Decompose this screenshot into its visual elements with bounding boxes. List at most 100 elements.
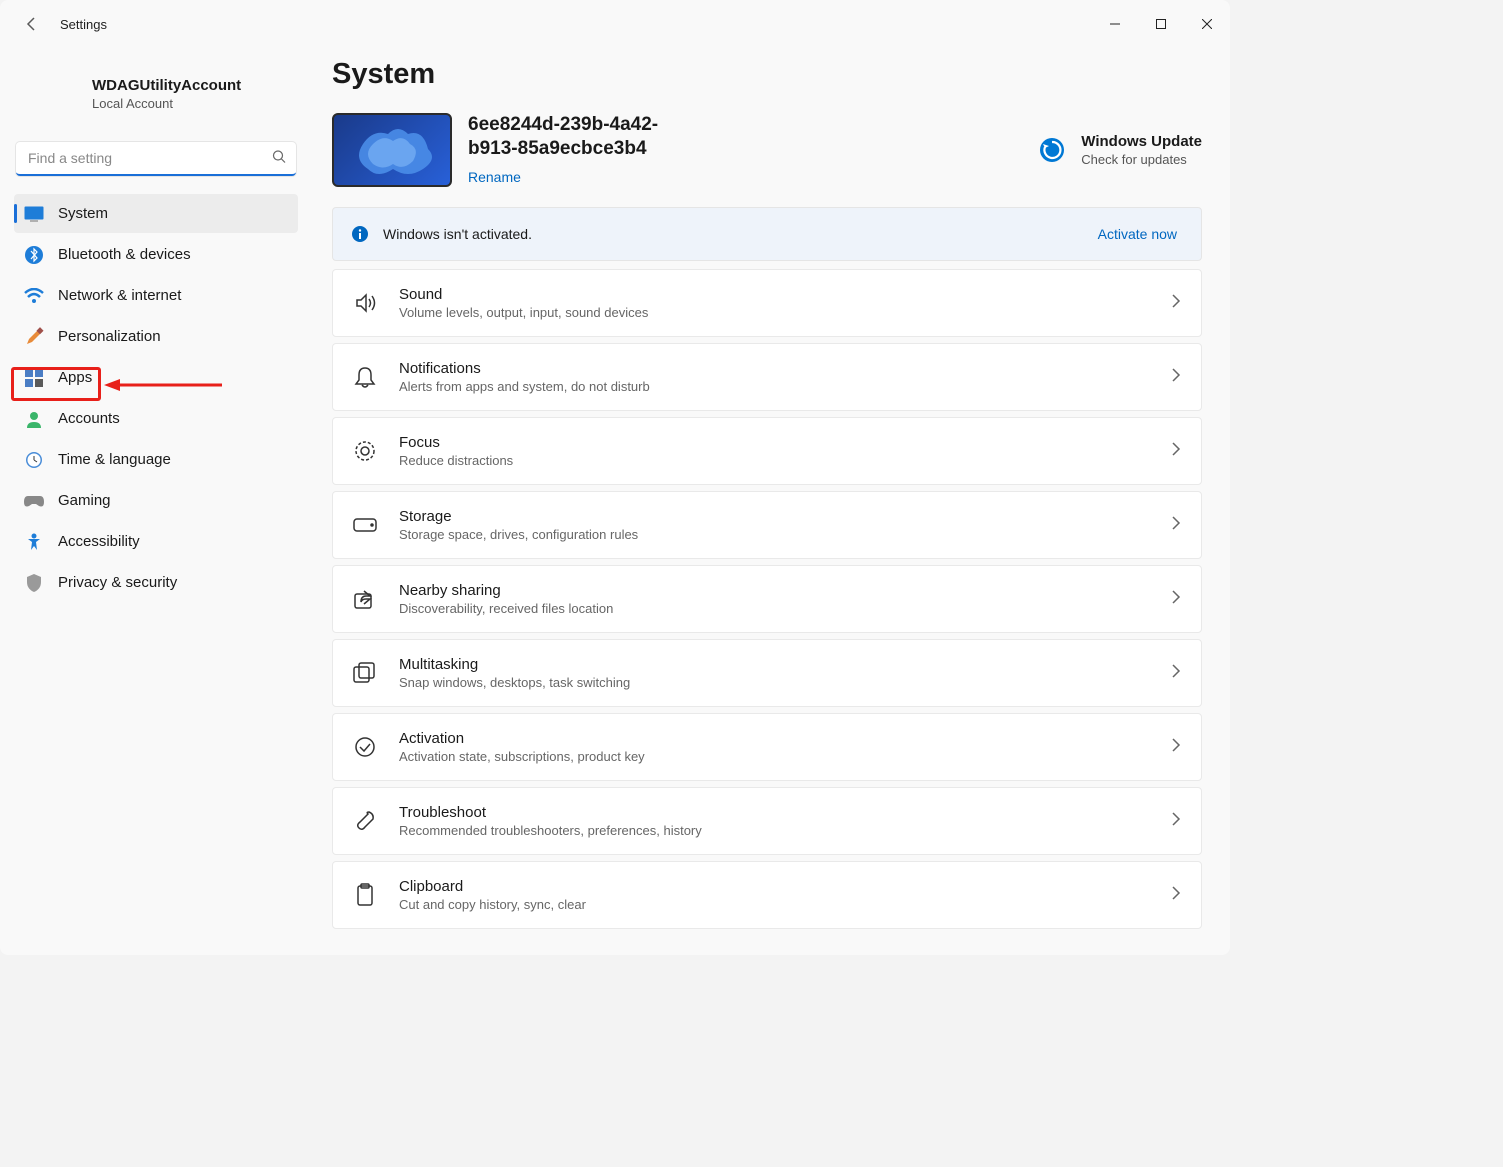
- card-sub: Reduce distractions: [399, 453, 513, 468]
- card-clipboard[interactable]: Clipboard Cut and copy history, sync, cl…: [332, 861, 1202, 929]
- sidebar-item-label: Gaming: [58, 492, 111, 509]
- sidebar-item-label: Network & internet: [58, 287, 181, 304]
- update-title: Windows Update: [1081, 133, 1202, 150]
- sidebar-item-label: Personalization: [58, 328, 161, 345]
- bluetooth-icon: [24, 245, 44, 265]
- window-controls: [1092, 8, 1230, 40]
- sidebar-item-accessibility[interactable]: Accessibility: [14, 522, 298, 561]
- account-name: WDAGUtilityAccount: [92, 77, 241, 94]
- card-title: Multitasking: [399, 656, 630, 673]
- clipboard-icon: [353, 883, 377, 907]
- chevron-right-icon: [1171, 812, 1181, 831]
- card-title: Notifications: [399, 360, 650, 377]
- card-multitasking[interactable]: Multitasking Snap windows, desktops, tas…: [332, 639, 1202, 707]
- sidebar-item-label: Bluetooth & devices: [58, 246, 191, 263]
- wifi-icon: [24, 286, 44, 306]
- card-activation[interactable]: Activation Activation state, subscriptio…: [332, 713, 1202, 781]
- card-sub: Cut and copy history, sync, clear: [399, 897, 586, 912]
- account-block[interactable]: WDAGUtilityAccount Local Account: [14, 54, 298, 136]
- page-title: System: [332, 58, 1202, 91]
- avatar: [24, 66, 80, 122]
- chevron-right-icon: [1171, 516, 1181, 535]
- shield-icon: [24, 573, 44, 593]
- device-name: 6ee8244d-239b-4a42-b913-85a9ecbce3b4: [468, 113, 688, 161]
- activation-banner: Windows isn't activated. Activate now: [332, 207, 1202, 261]
- card-sub: Discoverability, received files location: [399, 601, 613, 616]
- chevron-right-icon: [1171, 590, 1181, 609]
- sidebar-item-apps[interactable]: Apps: [14, 358, 298, 397]
- card-sub: Recommended troubleshooters, preferences…: [399, 823, 702, 838]
- close-button[interactable]: [1184, 8, 1230, 40]
- search-input[interactable]: [16, 142, 296, 176]
- sidebar-item-label: Time & language: [58, 451, 171, 468]
- card-sub: Volume levels, output, input, sound devi…: [399, 305, 648, 320]
- chevron-right-icon: [1171, 664, 1181, 683]
- card-notifications[interactable]: Notifications Alerts from apps and syste…: [332, 343, 1202, 411]
- sidebar-item-gaming[interactable]: Gaming: [14, 481, 298, 520]
- sidebar-item-personalization[interactable]: Personalization: [14, 317, 298, 356]
- card-title: Clipboard: [399, 878, 586, 895]
- titlebar: Settings: [0, 0, 1230, 48]
- card-title: Storage: [399, 508, 638, 525]
- sidebar-item-label: Apps: [58, 369, 92, 386]
- card-nearby-sharing[interactable]: Nearby sharing Discoverability, received…: [332, 565, 1202, 633]
- window-title: Settings: [60, 17, 107, 32]
- sidebar-item-bluetooth[interactable]: Bluetooth & devices: [14, 235, 298, 274]
- storage-icon: [353, 513, 377, 537]
- wrench-icon: [353, 809, 377, 833]
- settings-window: Settings WDAGUtilityAccount Local Accoun…: [0, 0, 1230, 955]
- sidebar-item-privacy[interactable]: Privacy & security: [14, 563, 298, 602]
- card-focus[interactable]: Focus Reduce distractions: [332, 417, 1202, 485]
- device-header: 6ee8244d-239b-4a42-b913-85a9ecbce3b4 Ren…: [332, 113, 1202, 187]
- card-title: Troubleshoot: [399, 804, 702, 821]
- card-troubleshoot[interactable]: Troubleshoot Recommended troubleshooters…: [332, 787, 1202, 855]
- update-sub: Check for updates: [1081, 152, 1202, 167]
- card-sound[interactable]: Sound Volume levels, output, input, soun…: [332, 269, 1202, 337]
- windows-update-block[interactable]: Windows Update Check for updates: [1039, 133, 1202, 167]
- apps-icon: [24, 368, 44, 388]
- back-button[interactable]: [18, 10, 46, 38]
- check-circle-icon: [353, 735, 377, 759]
- sidebar: WDAGUtilityAccount Local Account System …: [0, 48, 310, 955]
- sidebar-item-network[interactable]: Network & internet: [14, 276, 298, 315]
- rename-link[interactable]: Rename: [468, 169, 521, 185]
- brush-icon: [24, 327, 44, 347]
- clock-icon: [24, 450, 44, 470]
- card-sub: Activation state, subscriptions, product…: [399, 749, 645, 764]
- accessibility-icon: [24, 532, 44, 552]
- card-sub: Alerts from apps and system, do not dist…: [399, 379, 650, 394]
- sound-icon: [353, 291, 377, 315]
- sidebar-item-system[interactable]: System: [14, 194, 298, 233]
- bell-icon: [353, 365, 377, 389]
- card-sub: Snap windows, desktops, task switching: [399, 675, 630, 690]
- sidebar-item-label: Accounts: [58, 410, 120, 427]
- banner-text: Windows isn't activated.: [383, 226, 532, 242]
- gamepad-icon: [24, 491, 44, 511]
- search-icon: [272, 150, 286, 169]
- multitask-icon: [353, 661, 377, 685]
- activate-link[interactable]: Activate now: [1098, 226, 1177, 242]
- chevron-right-icon: [1171, 738, 1181, 757]
- account-sub: Local Account: [92, 96, 241, 111]
- info-icon: [351, 225, 369, 243]
- focus-icon: [353, 439, 377, 463]
- card-title: Sound: [399, 286, 648, 303]
- sidebar-item-label: System: [58, 205, 108, 222]
- maximize-button[interactable]: [1138, 8, 1184, 40]
- device-thumbnail: [332, 113, 452, 187]
- sidebar-item-time[interactable]: Time & language: [14, 440, 298, 479]
- card-storage[interactable]: Storage Storage space, drives, configura…: [332, 491, 1202, 559]
- minimize-button[interactable]: [1092, 8, 1138, 40]
- card-sub: Storage space, drives, configuration rul…: [399, 527, 638, 542]
- chevron-right-icon: [1171, 368, 1181, 387]
- update-icon: [1039, 137, 1065, 163]
- search-wrap: [16, 142, 296, 176]
- system-icon: [24, 204, 44, 224]
- person-icon: [24, 409, 44, 429]
- chevron-right-icon: [1171, 886, 1181, 905]
- card-title: Focus: [399, 434, 513, 451]
- chevron-right-icon: [1171, 294, 1181, 313]
- card-title: Activation: [399, 730, 645, 747]
- sidebar-item-accounts[interactable]: Accounts: [14, 399, 298, 438]
- card-title: Nearby sharing: [399, 582, 613, 599]
